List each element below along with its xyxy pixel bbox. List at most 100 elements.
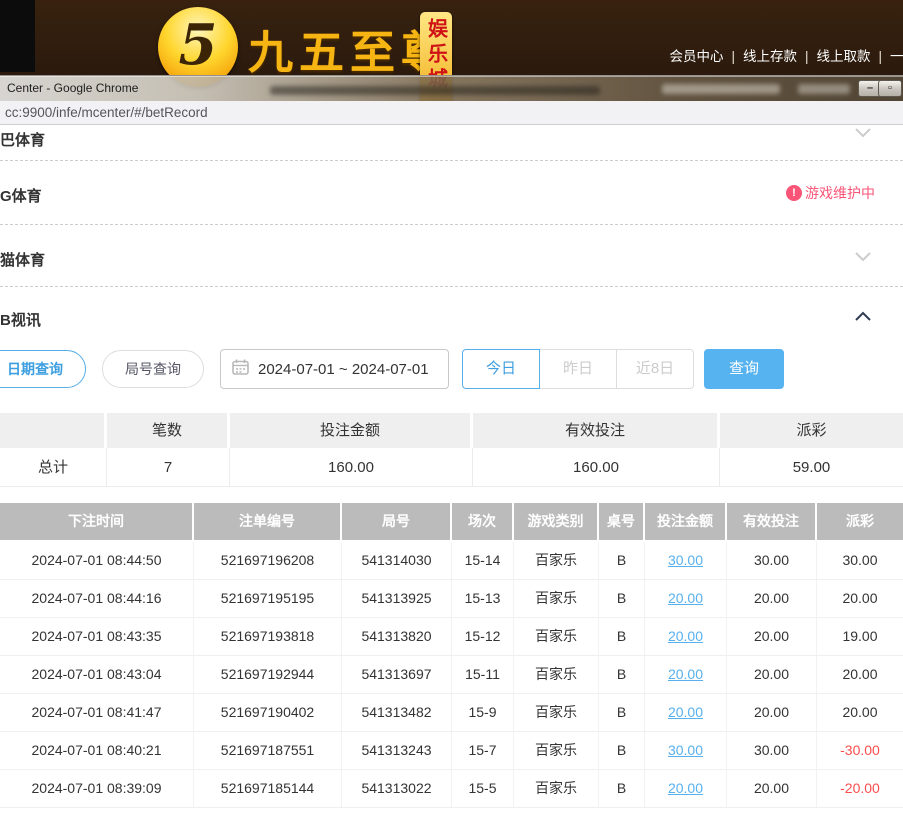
table-cell: 20.00 xyxy=(727,694,817,731)
summary-col-header: 笔数 xyxy=(107,413,230,448)
summary-table: 笔数 投注金额 有效投注 派彩 总计 7 160.00 160.00 59.00 xyxy=(0,413,903,487)
bet-record-page: 巴体育 G体育 ! 游戏维护中 猫体育 B视讯 日期查询 xyxy=(0,125,903,816)
table-cell: 2024-07-01 08:39:09 xyxy=(0,770,194,807)
maintenance-text: 游戏维护中 xyxy=(805,183,875,203)
bet-amount-link[interactable]: 20.00 xyxy=(668,704,703,720)
window-titlebar[interactable]: Center - Google Chrome – ▫ xyxy=(0,75,903,102)
table-cell: 541313482 xyxy=(342,694,452,731)
summary-total-row: 总计 7 160.00 160.00 59.00 xyxy=(0,448,903,487)
nav-separator: | xyxy=(878,49,882,64)
bet-col-header: 局号 xyxy=(342,503,452,540)
last-8-days-button[interactable]: 近8日 xyxy=(616,349,694,389)
chevron-down-icon xyxy=(854,125,872,143)
date-range-value: 2024-07-01 ~ 2024-07-01 xyxy=(258,361,429,378)
date-query-tab[interactable]: 日期查询 xyxy=(0,350,86,388)
table-cell: 20.00 xyxy=(817,656,903,693)
maximize-icon: ▫ xyxy=(888,82,892,94)
table-cell: B xyxy=(599,580,645,617)
table-cell: 541313697 xyxy=(342,656,452,693)
summary-col-header xyxy=(0,413,107,448)
screen: 5 九五至尊 娱乐城 会员中心|线上存款|线上取款|一键 Center - Go… xyxy=(0,0,903,816)
table-cell: 541314030 xyxy=(342,542,452,579)
table-cell: 15-13 xyxy=(452,580,514,617)
background-window-patch xyxy=(0,0,35,72)
table-cell: 20.00 xyxy=(645,656,727,693)
bet-table-body: 2024-07-01 08:44:50521697196208541314030… xyxy=(0,542,903,808)
table-cell: 521697195195 xyxy=(194,580,342,617)
summary-bet-amount: 160.00 xyxy=(230,448,473,487)
bet-amount-link[interactable]: 30.00 xyxy=(668,552,703,568)
nav-online-deposit[interactable]: 线上存款 xyxy=(743,49,797,64)
table-cell: 20.00 xyxy=(727,580,817,617)
bet-amount-link[interactable]: 20.00 xyxy=(668,628,703,644)
yesterday-button[interactable]: 昨日 xyxy=(539,349,617,389)
maintenance-badge: ! 游戏维护中 xyxy=(786,183,875,203)
table-cell: 15-9 xyxy=(452,694,514,731)
site-banner: 5 九五至尊 娱乐城 会员中心|线上存款|线上取款|一键 xyxy=(0,0,903,75)
summary-payout: 59.00 xyxy=(720,448,903,487)
table-row: 2024-07-01 08:41:47521697190402541313482… xyxy=(0,694,903,732)
table-cell: 2024-07-01 08:44:50 xyxy=(0,542,194,579)
table-cell: 百家乐 xyxy=(514,694,599,731)
warning-icon: ! xyxy=(786,185,802,201)
table-cell: 2024-07-01 08:43:04 xyxy=(0,656,194,693)
nav-member-center[interactable]: 会员中心 xyxy=(669,49,723,64)
section-b-live[interactable]: B视讯 xyxy=(0,287,903,343)
today-button[interactable]: 今日 xyxy=(462,349,540,389)
table-cell: 521697192944 xyxy=(194,656,342,693)
bet-col-header: 注单编号 xyxy=(194,503,342,540)
table-cell: 541313022 xyxy=(342,770,452,807)
table-cell: 20.00 xyxy=(817,694,903,731)
bet-amount-link[interactable]: 30.00 xyxy=(668,742,703,758)
table-cell: 20.00 xyxy=(645,770,727,807)
table-cell: B xyxy=(599,656,645,693)
table-cell: 521697190402 xyxy=(194,694,342,731)
table-cell: 521697193818 xyxy=(194,618,342,655)
table-cell: 521697196208 xyxy=(194,542,342,579)
summary-col-header: 有效投注 xyxy=(473,413,720,448)
search-button[interactable]: 查询 xyxy=(704,349,784,389)
window-title: Center - Google Chrome xyxy=(7,76,138,101)
top-nav: 会员中心|线上存款|线上取款|一键 xyxy=(669,45,903,65)
table-cell: 20.00 xyxy=(727,770,817,807)
chevron-down-icon xyxy=(854,249,872,267)
chevron-up-icon xyxy=(854,309,872,327)
section-g-sports[interactable]: G体育 ! 游戏维护中 xyxy=(0,161,903,225)
blurred-text xyxy=(798,84,850,94)
table-cell: 2024-07-01 08:44:16 xyxy=(0,580,194,617)
table-cell: 百家乐 xyxy=(514,618,599,655)
table-cell: 百家乐 xyxy=(514,770,599,807)
table-cell: 20.00 xyxy=(645,618,727,655)
bet-col-header: 场次 xyxy=(452,503,514,540)
table-cell: 521697185144 xyxy=(194,770,342,807)
summary-header-row: 笔数 投注金额 有效投注 派彩 xyxy=(0,413,903,448)
nav-one-key[interactable]: 一键 xyxy=(890,49,903,64)
section-mao-sports[interactable]: 猫体育 xyxy=(0,225,903,287)
round-query-tab[interactable]: 局号查询 xyxy=(102,350,204,388)
table-cell: 521697187551 xyxy=(194,732,342,769)
table-cell: 30.00 xyxy=(817,542,903,579)
table-cell: 541313243 xyxy=(342,732,452,769)
nav-online-withdraw[interactable]: 线上取款 xyxy=(816,49,870,64)
date-range-input[interactable]: 2024-07-01 ~ 2024-07-01 xyxy=(220,349,449,389)
table-cell: 541313925 xyxy=(342,580,452,617)
bet-amount-link[interactable]: 20.00 xyxy=(668,780,703,796)
table-cell: 百家乐 xyxy=(514,656,599,693)
bet-col-header: 投注金额 xyxy=(645,503,727,540)
maximize-button[interactable]: ▫ xyxy=(878,80,902,97)
url-bar[interactable]: cc:9900/infe/mcenter/#/betRecord xyxy=(0,101,903,125)
table-cell: 2024-07-01 08:40:21 xyxy=(0,732,194,769)
table-cell: 2024-07-01 08:41:47 xyxy=(0,694,194,731)
table-cell: 百家乐 xyxy=(514,732,599,769)
table-cell: 15-14 xyxy=(452,542,514,579)
section-ba-sports[interactable]: 巴体育 xyxy=(0,125,903,161)
table-cell: 15-7 xyxy=(452,732,514,769)
table-cell: 百家乐 xyxy=(514,580,599,617)
section-label: B视讯 xyxy=(0,309,41,330)
bet-amount-link[interactable]: 20.00 xyxy=(668,590,703,606)
table-cell: -20.00 xyxy=(817,770,903,807)
bet-amount-link[interactable]: 20.00 xyxy=(668,666,703,682)
table-cell: 2024-07-01 08:43:35 xyxy=(0,618,194,655)
bet-record-table: 下注时间注单编号局号场次游戏类别桌号投注金额有效投注派彩 2024-07-01 … xyxy=(0,503,903,808)
filter-toolbar: 日期查询 局号查询 2024-07-01 ~ 2024-07-01 今日 昨日 … xyxy=(0,349,903,389)
